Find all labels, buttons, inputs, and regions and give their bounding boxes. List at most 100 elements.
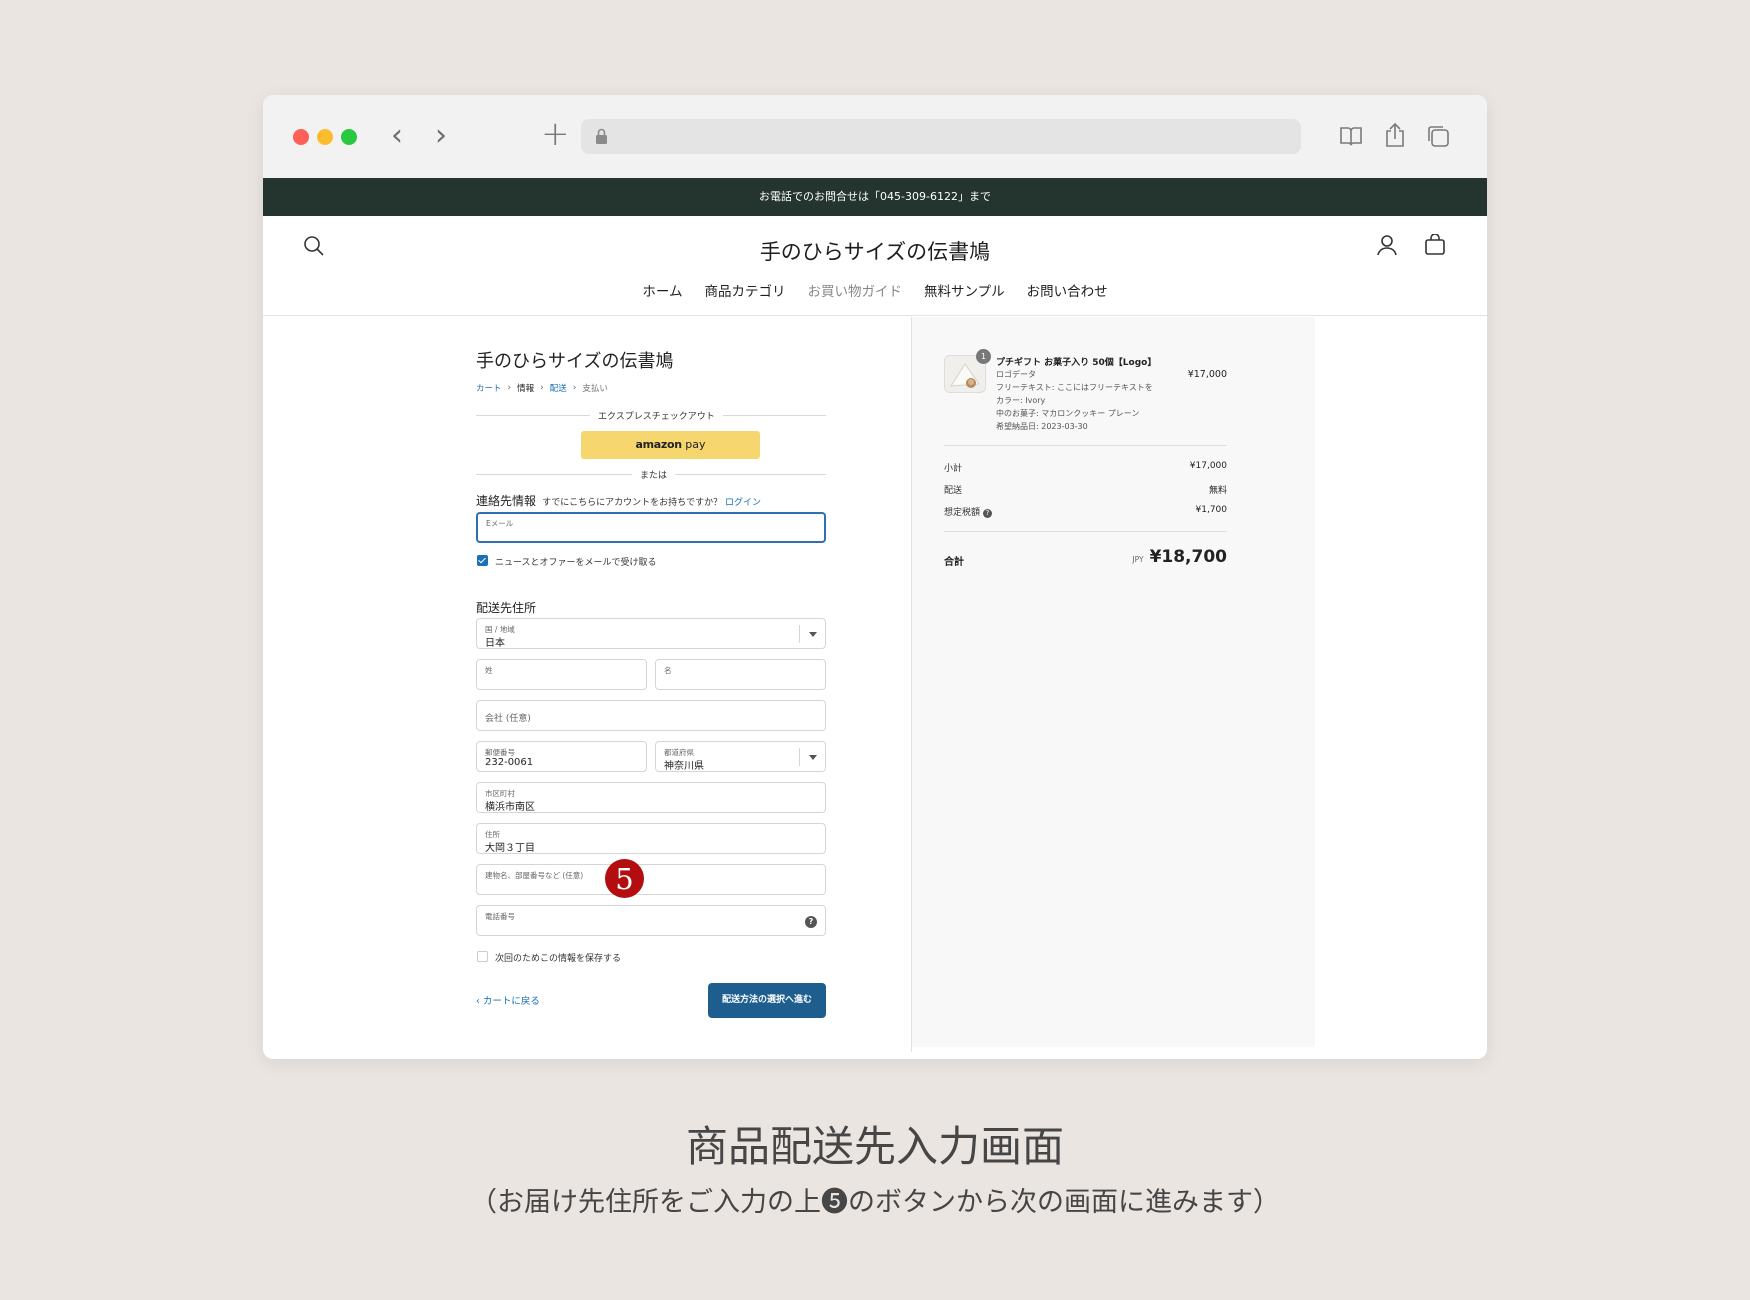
summary-divider: [944, 531, 1227, 532]
breadcrumb-cart[interactable]: カート: [476, 382, 502, 394]
tax-value: ¥1,700: [1195, 505, 1228, 515]
last-name-field[interactable]: 姓: [476, 659, 647, 690]
browser-toolbar: ‹ › +: [263, 95, 1487, 178]
subtotal-label: 小計: [944, 464, 963, 474]
cart-icon[interactable]: [1424, 234, 1446, 256]
last-name-label: 姓: [485, 666, 493, 675]
chevron-down-icon: [799, 625, 825, 643]
forward-arrow-icon[interactable]: ›: [435, 121, 447, 151]
chevron-right-icon: ›: [572, 383, 577, 393]
total-label: 合計: [944, 557, 964, 568]
chevron-left-icon: ‹: [476, 996, 483, 1007]
reader-book-icon[interactable]: [1339, 125, 1363, 147]
product-variant: フリーテキスト: ここにはフリーテキストを: [996, 383, 1153, 392]
main-nav: ホーム 商品カテゴリ お買い物ガイド 無料サンプル お問い合わせ: [263, 280, 1487, 300]
breadcrumb-shipping[interactable]: 配送: [550, 382, 567, 394]
chevron-right-icon: ›: [540, 383, 544, 393]
product-price: ¥17,000: [1187, 369, 1227, 380]
back-to-cart-link[interactable]: ‹ カートに戻る: [476, 993, 540, 1007]
tax-label: 想定税額: [944, 508, 981, 518]
email-placeholder: Eメール: [486, 519, 514, 528]
nav-item-free-sample[interactable]: 無料サンプル: [924, 280, 1005, 300]
announcement-bar: お電話でのお問合せは「045-309-6122」まで: [263, 178, 1487, 216]
currency-code: JPY: [1132, 555, 1144, 564]
lock-icon: [596, 128, 607, 144]
shipping-label: 配送: [944, 486, 963, 496]
save-info-label: 次回のためこの情報を保存する: [495, 954, 622, 964]
shipping-value: 無料: [1208, 486, 1227, 496]
help-icon[interactable]: ?: [983, 509, 993, 518]
amazon-pay-button[interactable]: amazon pay: [581, 431, 760, 459]
quantity-badge: 1: [976, 349, 991, 364]
building-field[interactable]: 建物名、部屋番号など (任意): [476, 864, 826, 895]
checkout-shop-title[interactable]: 手のひらサイズの伝書鳩: [476, 347, 673, 373]
step-5-badge: 5: [605, 859, 644, 898]
contact-section-title: 連絡先情報: [476, 494, 537, 508]
or-label: または: [632, 468, 676, 481]
city-field[interactable]: 市区町村 横浜市南区: [476, 782, 826, 813]
caption-subtitle: （お届け先住所をご入力の上❺のボタンから次の画面に進みます）: [470, 1187, 1280, 1218]
nav-item-home[interactable]: ホーム: [642, 280, 682, 300]
back-to-cart-label: カートに戻る: [482, 996, 540, 1007]
subtotal-value: ¥17,000: [1189, 461, 1227, 471]
total-price: JPY ¥18,700: [1132, 547, 1227, 567]
prefecture-value: 神奈川県: [664, 761, 704, 772]
continue-to-shipping-button[interactable]: 配送方法の選択へ進む: [708, 983, 826, 1018]
first-name-label: 名: [664, 666, 672, 675]
nav-item-shopping-guide[interactable]: お買い物ガイド: [808, 280, 903, 300]
summary-divider: [944, 445, 1227, 446]
browser-window: ‹ › + お電話でのお問合せは「045-309-6122」まで 手のひらサイズ…: [263, 95, 1487, 1059]
address-field[interactable]: 住所 大岡３丁目: [476, 823, 826, 854]
save-info-checkbox[interactable]: [477, 951, 488, 962]
chevron-right-icon: ›: [507, 383, 512, 393]
tax-row: 想定税額?: [944, 505, 993, 518]
first-name-field[interactable]: 名: [655, 659, 826, 690]
phone-field[interactable]: 電話番号 ?: [476, 905, 826, 936]
newsletter-label: ニュースとオファーをメールで受け取る: [495, 558, 657, 568]
chevron-down-icon: [799, 748, 825, 766]
product-thumbnail: 1: [944, 349, 991, 393]
minimize-window-button[interactable]: [317, 129, 333, 145]
nav-item-contact[interactable]: お問い合わせ: [1027, 280, 1108, 300]
prefecture-select[interactable]: 都道府県 神奈川県: [655, 741, 826, 772]
tabs-overview-icon[interactable]: [1426, 124, 1450, 148]
email-field[interactable]: Eメール: [476, 512, 826, 543]
total-value: ¥18,700: [1149, 547, 1227, 567]
express-checkout-label: エクスプレスチェックアウト: [590, 409, 723, 422]
account-icon[interactable]: [1376, 234, 1398, 256]
close-window-button[interactable]: [293, 129, 309, 145]
building-placeholder: 建物名、部屋番号など (任意): [485, 871, 584, 880]
newsletter-checkbox[interactable]: [477, 555, 488, 566]
new-tab-icon[interactable]: +: [541, 117, 570, 151]
postal-code-field[interactable]: 郵便番号 232-0061: [476, 741, 647, 772]
nav-item-categories[interactable]: 商品カテゴリ: [705, 280, 786, 300]
share-icon[interactable]: [1384, 122, 1406, 148]
zoom-window-button[interactable]: [341, 129, 357, 145]
postal-code-value: 232-0061: [485, 757, 534, 768]
order-summary: 1 プチギフト お菓子入り 50個【Logo】 ロゴデータ フリーテキスト: こ…: [912, 317, 1315, 1047]
phone-placeholder: 電話番号: [485, 912, 515, 921]
shipping-section-title: 配送先住所: [476, 601, 537, 615]
product-variant: 希望納品日: 2023-03-30: [996, 422, 1088, 431]
product-variant: カラー: Ivory: [996, 396, 1046, 405]
country-select[interactable]: 国 / 地域 日本: [476, 618, 826, 649]
caption-title: 商品配送先入力画面: [685, 1122, 1064, 1171]
login-prompt: すでにこちらにアカウントをお持ちですか？ ログイン: [542, 495, 761, 508]
breadcrumb-information: 情報: [517, 384, 535, 394]
product-variant: 中のお菓子: マカロンクッキー プレーン: [996, 409, 1140, 418]
company-placeholder: 会社 (任意): [485, 714, 531, 724]
store-header: 手のひらサイズの伝書鳩 ホーム 商品カテゴリ お買い物ガイド 無料サンプル お問…: [263, 216, 1487, 316]
address-bar[interactable]: [581, 119, 1301, 154]
back-arrow-icon[interactable]: ‹: [391, 121, 403, 151]
checkout-form: 手のひらサイズの伝書鳩 カート › 情報 › 配送 › 支払い エクスプレスチェ…: [263, 317, 911, 1059]
city-value: 横浜市南区: [485, 802, 535, 813]
amazon-pay-suffix: pay: [681, 438, 706, 451]
breadcrumb-payment: 支払い: [582, 384, 608, 394]
login-link[interactable]: ログイン: [725, 498, 761, 508]
company-field[interactable]: 会社 (任意): [476, 700, 826, 731]
help-icon[interactable]: ?: [805, 916, 817, 928]
product-variant: ロゴデータ: [996, 370, 1036, 379]
product-name: プチギフト お菓子入り 50個【Logo】: [996, 358, 1157, 368]
amazon-pay-brand: amazon: [635, 438, 682, 451]
store-logo[interactable]: 手のひらサイズの伝書鳩: [263, 236, 1487, 266]
